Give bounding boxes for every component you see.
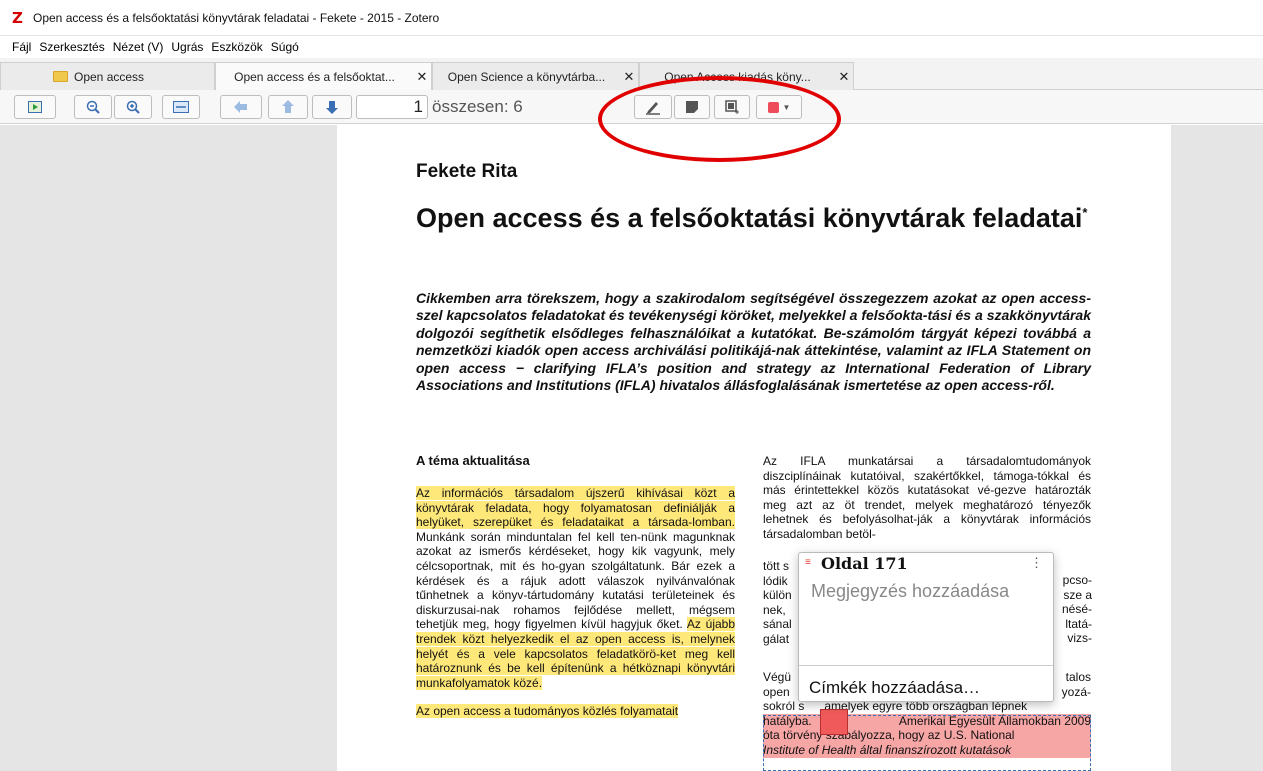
paper-title-text: Open access és a felsőoktatási könyvtára… [416, 203, 1083, 233]
text-line: sze a [1063, 587, 1092, 602]
menu-bar: Fájl Szerkesztés Nézet (V) Ugrás Eszközö… [0, 36, 1263, 58]
title-footnote-mark: * [1082, 205, 1088, 220]
previous-page-button[interactable] [268, 95, 308, 119]
more-options-icon[interactable]: ⋮ [1030, 555, 1043, 571]
note-annotation-marker[interactable] [820, 709, 848, 735]
paper-title: Open access és a felsőoktatási könyvtára… [416, 197, 1096, 234]
window-titlebar: Z Open access és a felsőoktatási könyvtá… [0, 0, 1263, 36]
annotation-popup: ≡ Oldal 171 ⋮ Megjegyzés hozzáadása Címk… [798, 552, 1054, 702]
tab-library[interactable]: Open access [0, 62, 215, 90]
fit-width-icon [173, 101, 189, 113]
annotation-comment-input[interactable]: Megjegyzés hozzáadása [811, 581, 1009, 602]
fit-width-button[interactable] [162, 95, 200, 119]
arrow-up-icon [282, 100, 294, 113]
text-line: Végü [763, 670, 792, 684]
text-line: ltatá- [1065, 616, 1092, 631]
text-line: vizs- [1067, 631, 1092, 646]
text-line: nek, [763, 602, 786, 617]
page-number-input[interactable]: 1 [356, 95, 428, 119]
menu-edit[interactable]: Szerkesztés [39, 40, 104, 54]
close-icon[interactable]: ✕ [620, 69, 638, 85]
highlight-annotation-icon: ≡ [805, 557, 811, 568]
red-circle-callout [598, 76, 841, 162]
next-page-button[interactable] [312, 95, 352, 119]
tab-bar: Open access Open access és a felsőoktat.… [0, 58, 1263, 90]
text-line: nésé- [1061, 602, 1092, 617]
zoom-out-icon [86, 100, 100, 114]
text-line: sánal [763, 617, 792, 632]
arrow-down-icon [326, 101, 338, 114]
tab-pdf-1[interactable]: Open access és a felsőoktat... ✕ [215, 62, 432, 90]
text-line: yozá- [1061, 684, 1091, 699]
text-line: külön [763, 588, 792, 603]
yellow-highlight[interactable]: Az open access a tudományos közlés folya… [416, 704, 679, 719]
paper-abstract: Cikkemben arra törekszem, hogy a szakiro… [416, 290, 1091, 394]
add-tags-field[interactable]: Címkék hozzáadása… [799, 665, 1053, 698]
text-line: pcso- [1062, 573, 1092, 587]
menu-go[interactable]: Ugrás [171, 40, 203, 54]
section-heading: A téma aktualitása [416, 453, 530, 468]
left-column: Az információs társadalom újszerű kihívá… [416, 486, 736, 719]
close-icon[interactable]: ✕ [413, 69, 431, 85]
menu-tools[interactable]: Eszközök [211, 40, 262, 54]
menu-help[interactable]: Súgó [271, 40, 299, 54]
document-viewer[interactable]: Fekete Rita Open access és a felsőoktatá… [0, 125, 1263, 771]
close-icon[interactable]: ✕ [835, 69, 853, 85]
tab-label: Open access [74, 69, 145, 84]
text-line: tött s [763, 559, 790, 573]
zoom-in-button[interactable] [114, 95, 152, 119]
body-text: Munkánk során minduntalan fel kell ten-n… [416, 529, 735, 632]
selected-annotation-outline[interactable] [763, 715, 1091, 771]
right-column-fragments-right: pcso- sze a nésé- ltatá- vizs- [1056, 573, 1092, 646]
folder-icon [53, 71, 68, 82]
text-line: open [763, 684, 790, 699]
window-title: Open access és a felsőoktatási könyvtára… [33, 10, 440, 25]
menu-file[interactable]: Fájl [12, 40, 31, 54]
text-line: talos [1065, 670, 1091, 684]
paper-author: Fekete Rita [416, 161, 518, 182]
tab-pdf-2[interactable]: Open Science a könyvtárba... ✕ [432, 62, 639, 90]
tab-label: Open access és a felsőoktat... [234, 69, 395, 84]
text-line: lódik [763, 573, 788, 588]
page-total-label: összesen: 6 [432, 97, 523, 116]
sidebar-icon [28, 101, 42, 113]
annotation-header: ≡ Oldal 171 ⋮ [799, 553, 1053, 573]
body-text: Az IFLA munkatársai a társadalomtudomány… [763, 454, 1091, 541]
toggle-sidebar-button[interactable] [14, 95, 56, 119]
text-line: gálat [763, 631, 790, 646]
arrow-left-icon [234, 101, 247, 113]
menu-view[interactable]: Nézet (V) [113, 40, 164, 54]
annotation-page-label: Oldal 171 [821, 553, 908, 573]
zotero-logo-icon: Z [12, 8, 23, 27]
zoom-in-icon [126, 100, 140, 114]
right-column-fragments-left: tött s lódik külön nek, sánal gálat [763, 559, 803, 647]
back-button[interactable] [220, 95, 262, 119]
tab-label: Open Science a könyvtárba... [447, 69, 606, 84]
yellow-highlight[interactable]: Az információs társadalom újszerű kihívá… [416, 486, 735, 530]
zoom-out-button[interactable] [74, 95, 112, 119]
right-column-top: Az IFLA munkatársai a társadalomtudomány… [763, 454, 1091, 542]
